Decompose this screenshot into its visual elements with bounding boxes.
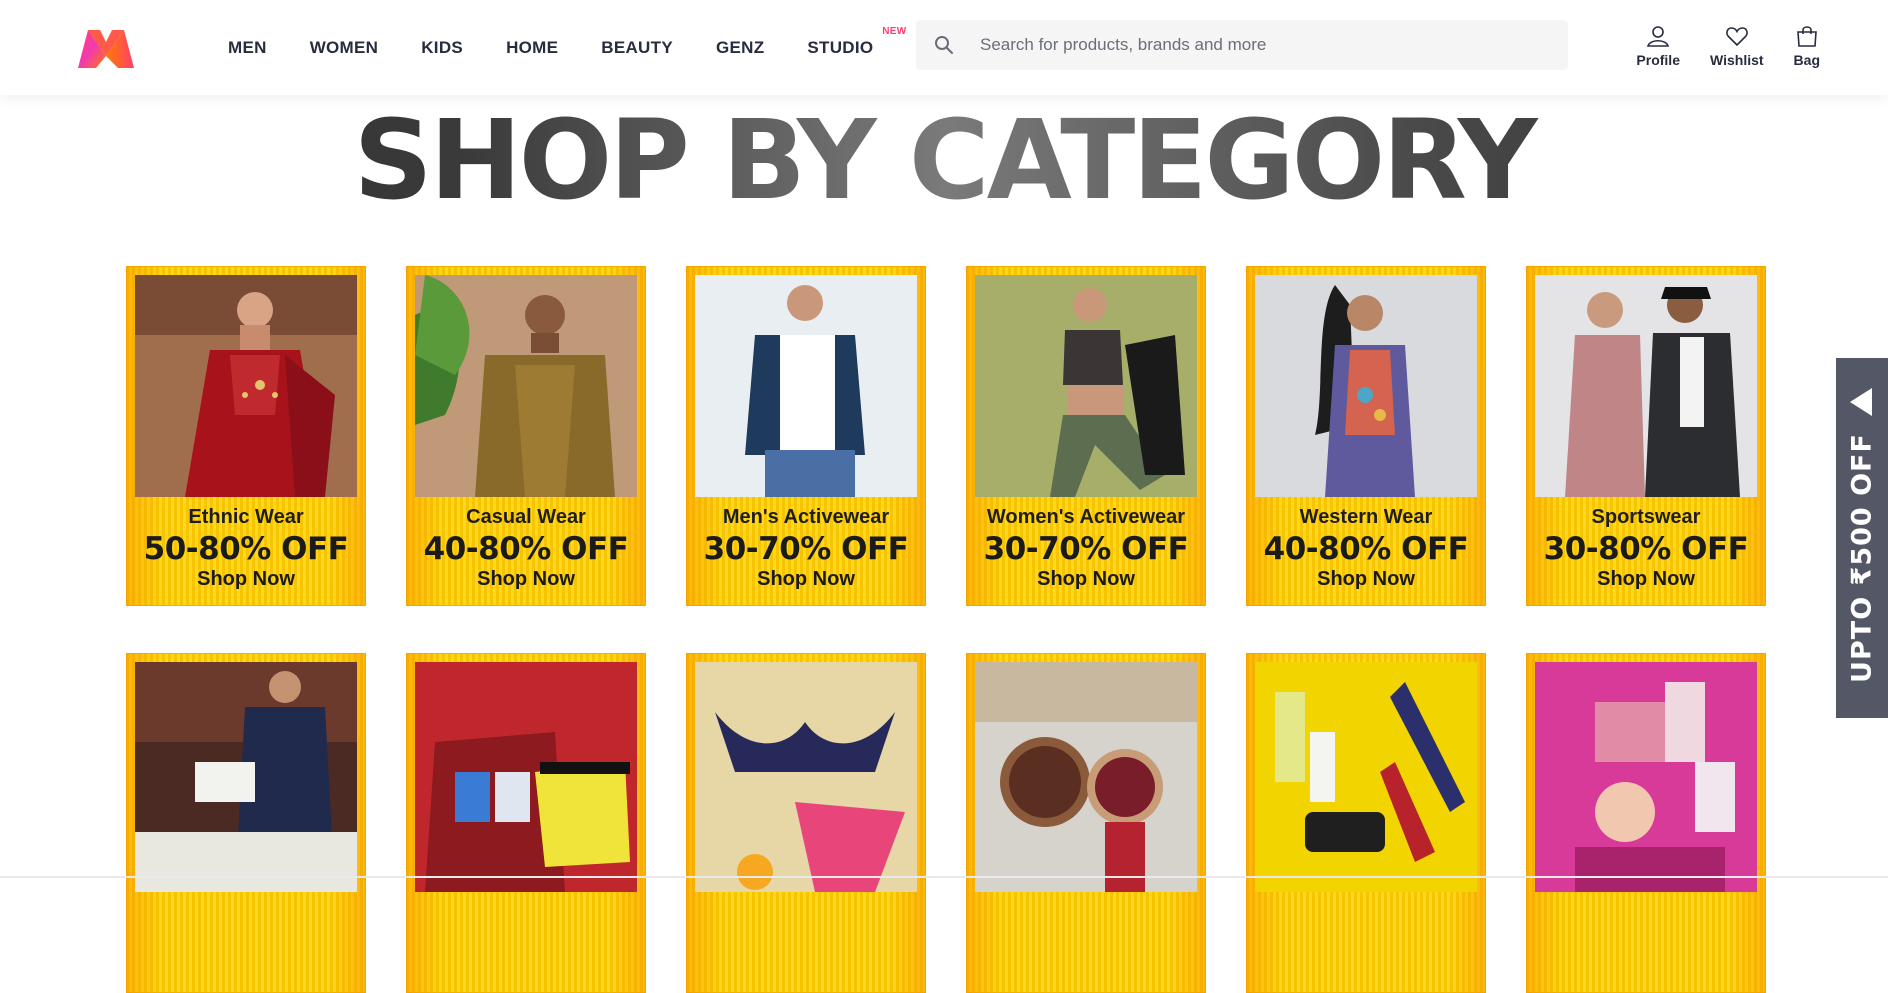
category-image <box>1535 275 1757 497</box>
category-offer: 50-80% OFF <box>143 531 349 567</box>
nav-kids-label: KIDS <box>421 37 464 57</box>
section-title: SHOP BY CATEGORY <box>0 100 1888 220</box>
category-card-ethnic-wear[interactable]: Ethnic Wear 50-80% OFF Shop Now <box>126 266 366 606</box>
promo-side-tab-label: UPTO ₹500 OFF <box>1846 433 1878 683</box>
category-offer: 40-80% OFF <box>1263 531 1469 567</box>
category-name: Ethnic Wear <box>188 506 304 528</box>
shop-now-link[interactable]: Shop Now <box>686 568 926 591</box>
search-input[interactable] <box>972 20 1568 70</box>
category-offer: 30-70% OFF <box>983 531 1189 567</box>
nav-men-label: MEN <box>228 37 267 57</box>
nav-men[interactable]: MEN <box>228 38 267 58</box>
nav-women-label: WOMEN <box>309 37 379 57</box>
shop-now-link[interactable]: Shop Now <box>1526 568 1766 591</box>
new-badge: NEW <box>882 25 907 37</box>
nav-women[interactable]: WOMEN <box>310 38 379 58</box>
profile-icon <box>1647 26 1670 47</box>
category-offer: 30-70% OFF <box>703 531 909 567</box>
category-name: Sportswear <box>1591 506 1701 528</box>
nav-studio[interactable]: STUDIO NEW <box>807 26 906 58</box>
category-image <box>135 275 357 497</box>
shop-now-link[interactable]: Shop Now <box>126 568 366 591</box>
search-icon[interactable] <box>916 20 972 70</box>
category-name: Casual Wear <box>466 506 586 528</box>
category-card-watches[interactable] <box>966 653 1206 993</box>
category-image <box>415 662 637 892</box>
category-card-grooming[interactable] <box>1246 653 1486 993</box>
nav-studio-label: STUDIO <box>807 37 874 57</box>
category-image <box>415 275 637 497</box>
category-card-loungewear[interactable] <box>126 653 366 993</box>
shop-now-link[interactable]: Shop Now <box>406 568 646 591</box>
nav-kids[interactable]: KIDS <box>421 38 463 58</box>
wishlist-button[interactable]: Wishlist <box>1710 24 1764 68</box>
wishlist-label: Wishlist <box>1710 52 1764 68</box>
bag-button[interactable]: Bag <box>1794 24 1820 68</box>
category-card-casual-wear[interactable]: Casual Wear 40-80% OFF Shop Now <box>406 266 646 606</box>
category-card-innerwear[interactable] <box>406 653 646 993</box>
category-card-lingerie[interactable] <box>686 653 926 993</box>
category-image <box>975 275 1197 497</box>
shop-now-link[interactable]: Shop Now <box>1246 568 1486 591</box>
profile-label: Profile <box>1636 52 1680 68</box>
bag-icon <box>1796 26 1817 47</box>
category-name: Women's Activewear <box>986 506 1186 528</box>
nav-beauty[interactable]: BEAUTY <box>601 38 673 58</box>
category-name: Western Wear <box>1299 506 1433 528</box>
category-card-mens-activewear[interactable]: Men's Activewear 30-70% OFF Shop Now <box>686 266 926 606</box>
category-image <box>975 662 1197 892</box>
search-bar <box>916 20 1568 70</box>
heart-icon <box>1725 27 1748 47</box>
category-card-western-wear[interactable]: Western Wear 40-80% OFF Shop Now <box>1246 266 1486 606</box>
expand-arrow-icon[interactable] <box>1850 388 1872 416</box>
category-card-womens-activewear[interactable]: Women's Activewear 30-70% OFF Shop Now <box>966 266 1206 606</box>
category-offer: 40-80% OFF <box>423 531 629 567</box>
category-image <box>1255 662 1477 892</box>
nav-beauty-label: BEAUTY <box>601 37 673 57</box>
profile-button[interactable]: Profile <box>1636 24 1680 68</box>
nav-genz-label: GENZ <box>715 37 765 57</box>
category-image <box>135 662 357 892</box>
category-offer: 30-80% OFF <box>1543 531 1749 567</box>
promo-side-tab[interactable]: UPTO ₹500 OFF <box>1836 358 1888 718</box>
main-nav: MEN WOMEN KIDS HOME BEAUTY GENZ STUDIO NE… <box>228 0 916 95</box>
shop-now-link[interactable]: Shop Now <box>966 568 1206 591</box>
category-image <box>1535 662 1757 892</box>
header: MEN WOMEN KIDS HOME BEAUTY GENZ STUDIO NE… <box>0 0 1888 95</box>
category-image <box>695 275 917 497</box>
nav-home-label: HOME <box>506 37 559 57</box>
category-image <box>1255 275 1477 497</box>
category-image <box>695 662 917 892</box>
myntra-logo[interactable] <box>74 24 138 72</box>
category-card-sportswear[interactable]: Sportswear 30-80% OFF Shop Now <box>1526 266 1766 606</box>
category-name: Men's Activewear <box>722 506 890 528</box>
nav-genz[interactable]: GENZ <box>716 38 764 58</box>
bag-label: Bag <box>1793 52 1820 68</box>
nav-home[interactable]: HOME <box>506 38 558 58</box>
header-actions: Profile Wishlist Bag <box>1606 24 1820 68</box>
category-card-beauty[interactable] <box>1526 653 1766 993</box>
